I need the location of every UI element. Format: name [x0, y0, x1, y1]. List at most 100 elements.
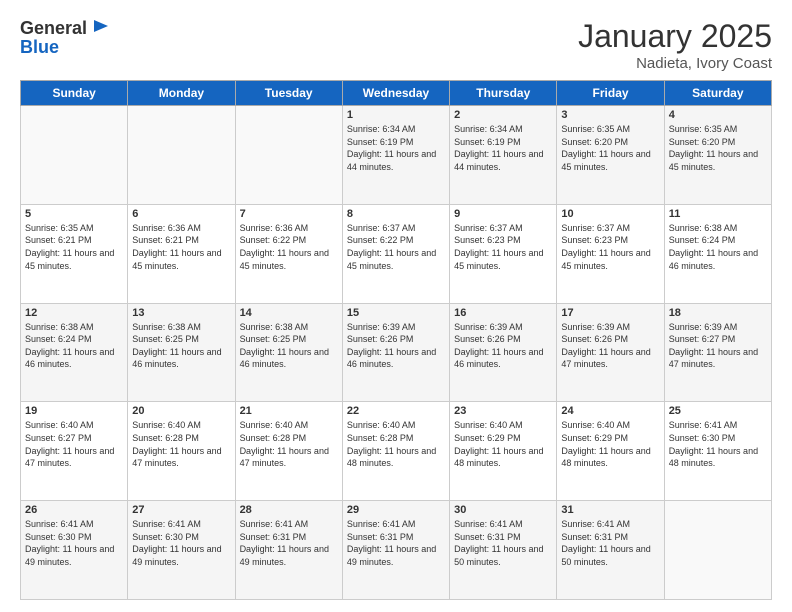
- page: General Blue January 2025 Nadieta, Ivory…: [0, 0, 792, 612]
- day-cell: 30 Sunrise: 6:41 AM Sunset: 6:31 PM Dayli…: [450, 501, 557, 600]
- day-cell: 16 Sunrise: 6:39 AM Sunset: 6:26 PM Dayli…: [450, 303, 557, 402]
- week-row-2: 5 Sunrise: 6:35 AM Sunset: 6:21 PM Daylig…: [21, 204, 772, 303]
- day-header-tuesday: Tuesday: [235, 81, 342, 106]
- day-info: Sunrise: 6:36 AM Sunset: 6:21 PM Dayligh…: [132, 222, 230, 272]
- day-cell: 13Sunrise: 6:38 AM Sunset: 6:25 PM Dayli…: [128, 303, 235, 402]
- week-row-3: 12 Sunrise: 6:38 AM Sunset: 6:24 PM Dayli…: [21, 303, 772, 402]
- day-info: Sunrise: 6:40 AM Sunset: 6:29 PM Dayligh…: [561, 419, 659, 469]
- day-number: 30: [454, 504, 552, 516]
- day-cell: 25Sunrise: 6:41 AM Sunset: 6:30 PM Dayli…: [664, 402, 771, 501]
- day-number: 3: [561, 109, 659, 121]
- logo-blue-text: Blue: [20, 37, 59, 57]
- day-info: Sunrise: 6:40 AM Sunset: 6:28 PM Dayligh…: [347, 419, 445, 469]
- day-header-wednesday: Wednesday: [342, 81, 449, 106]
- day-cell: [128, 106, 235, 205]
- day-info: Sunrise: 6:41 AM Sunset: 6:31 PM Dayligh…: [240, 518, 338, 568]
- day-cell: 31Sunrise: 6:41 AM Sunset: 6:31 PM Dayli…: [557, 501, 664, 600]
- day-info: Sunrise: 6:41 AM Sunset: 6:30 PM Dayligh…: [132, 518, 230, 568]
- day-cell: [664, 501, 771, 600]
- day-number: 14: [240, 307, 338, 319]
- day-number: 21: [240, 405, 338, 417]
- day-info: Sunrise: 6:35 AM Sunset: 6:21 PM Dayligh…: [25, 222, 123, 272]
- day-info: Sunrise: 6:41 AM Sunset: 6:30 PM Dayligh…: [25, 518, 123, 568]
- day-number: 2: [454, 109, 552, 121]
- day-number: 23: [454, 405, 552, 417]
- day-number: 19: [25, 405, 123, 417]
- day-cell: 15 Sunrise: 6:39 AM Sunset: 6:26 PM Dayli…: [342, 303, 449, 402]
- day-cell: 8 Sunrise: 6:37 AM Sunset: 6:22 PM Daylig…: [342, 204, 449, 303]
- day-number: 5: [25, 208, 123, 220]
- day-cell: 5 Sunrise: 6:35 AM Sunset: 6:21 PM Daylig…: [21, 204, 128, 303]
- day-cell: 4Sunrise: 6:35 AM Sunset: 6:20 PM Daylig…: [664, 106, 771, 205]
- day-info: Sunrise: 6:39 AM Sunset: 6:27 PM Dayligh…: [669, 321, 767, 371]
- day-info: Sunrise: 6:40 AM Sunset: 6:28 PM Dayligh…: [132, 419, 230, 469]
- day-cell: 18 Sunrise: 6:39 AM Sunset: 6:27 PM Dayli…: [664, 303, 771, 402]
- day-info: Sunrise: 6:37 AM Sunset: 6:23 PM Dayligh…: [561, 222, 659, 272]
- day-number: 16: [454, 307, 552, 319]
- day-cell: 22 Sunrise: 6:40 AM Sunset: 6:28 PM Dayli…: [342, 402, 449, 501]
- day-header-saturday: Saturday: [664, 81, 771, 106]
- day-number: 25: [669, 405, 767, 417]
- day-cell: 7Sunrise: 6:36 AM Sunset: 6:22 PM Daylig…: [235, 204, 342, 303]
- day-info: Sunrise: 6:37 AM Sunset: 6:23 PM Dayligh…: [454, 222, 552, 272]
- day-header-sunday: Sunday: [21, 81, 128, 106]
- day-header-thursday: Thursday: [450, 81, 557, 106]
- day-info: Sunrise: 6:39 AM Sunset: 6:26 PM Dayligh…: [454, 321, 552, 371]
- day-number: 8: [347, 208, 445, 220]
- day-number: 11: [669, 208, 767, 220]
- day-number: 22: [347, 405, 445, 417]
- day-cell: 14 Sunrise: 6:38 AM Sunset: 6:25 PM Dayli…: [235, 303, 342, 402]
- day-cell: 9 Sunrise: 6:37 AM Sunset: 6:23 PM Daylig…: [450, 204, 557, 303]
- day-number: 29: [347, 504, 445, 516]
- day-header-monday: Monday: [128, 81, 235, 106]
- day-cell: 17Sunrise: 6:39 AM Sunset: 6:26 PM Dayli…: [557, 303, 664, 402]
- calendar: SundayMondayTuesdayWednesdayThursdayFrid…: [20, 80, 772, 600]
- day-cell: 6Sunrise: 6:36 AM Sunset: 6:21 PM Daylig…: [128, 204, 235, 303]
- week-row-5: 26 Sunrise: 6:41 AM Sunset: 6:30 PM Dayli…: [21, 501, 772, 600]
- day-number: 28: [240, 504, 338, 516]
- day-number: 12: [25, 307, 123, 319]
- day-number: 9: [454, 208, 552, 220]
- day-cell: 20 Sunrise: 6:40 AM Sunset: 6:28 PM Dayli…: [128, 402, 235, 501]
- day-number: 24: [561, 405, 659, 417]
- day-cell: 1 Sunrise: 6:34 AM Sunset: 6:19 PM Daylig…: [342, 106, 449, 205]
- day-info: Sunrise: 6:40 AM Sunset: 6:27 PM Dayligh…: [25, 419, 123, 469]
- day-info: Sunrise: 6:40 AM Sunset: 6:28 PM Dayligh…: [240, 419, 338, 469]
- title-block: January 2025 Nadieta, Ivory Coast: [578, 18, 772, 72]
- calendar-body: 1 Sunrise: 6:34 AM Sunset: 6:19 PM Daylig…: [21, 106, 772, 600]
- calendar-header: SundayMondayTuesdayWednesdayThursdayFrid…: [21, 81, 772, 106]
- day-info: Sunrise: 6:34 AM Sunset: 6:19 PM Dayligh…: [347, 123, 445, 173]
- day-cell: 2Sunrise: 6:34 AM Sunset: 6:19 PM Daylig…: [450, 106, 557, 205]
- day-headers-row: SundayMondayTuesdayWednesdayThursdayFrid…: [21, 81, 772, 106]
- day-cell: 3 Sunrise: 6:35 AM Sunset: 6:20 PM Daylig…: [557, 106, 664, 205]
- day-cell: 27Sunrise: 6:41 AM Sunset: 6:30 PM Dayli…: [128, 501, 235, 600]
- logo: General Blue: [20, 18, 110, 58]
- day-number: 7: [240, 208, 338, 220]
- day-cell: 28 Sunrise: 6:41 AM Sunset: 6:31 PM Dayli…: [235, 501, 342, 600]
- day-info: Sunrise: 6:35 AM Sunset: 6:20 PM Dayligh…: [561, 123, 659, 173]
- day-info: Sunrise: 6:40 AM Sunset: 6:29 PM Dayligh…: [454, 419, 552, 469]
- day-info: Sunrise: 6:38 AM Sunset: 6:24 PM Dayligh…: [25, 321, 123, 371]
- day-number: 13: [132, 307, 230, 319]
- day-info: Sunrise: 6:38 AM Sunset: 6:25 PM Dayligh…: [240, 321, 338, 371]
- logo-general-text: General: [20, 19, 87, 37]
- day-info: Sunrise: 6:41 AM Sunset: 6:31 PM Dayligh…: [454, 518, 552, 568]
- day-cell: [235, 106, 342, 205]
- day-number: 1: [347, 109, 445, 121]
- week-row-1: 1 Sunrise: 6:34 AM Sunset: 6:19 PM Daylig…: [21, 106, 772, 205]
- day-info: Sunrise: 6:38 AM Sunset: 6:24 PM Dayligh…: [669, 222, 767, 272]
- day-number: 26: [25, 504, 123, 516]
- day-number: 17: [561, 307, 659, 319]
- day-info: Sunrise: 6:39 AM Sunset: 6:26 PM Dayligh…: [347, 321, 445, 371]
- day-info: Sunrise: 6:37 AM Sunset: 6:22 PM Dayligh…: [347, 222, 445, 272]
- day-number: 18: [669, 307, 767, 319]
- location: Nadieta, Ivory Coast: [578, 55, 772, 72]
- day-cell: 26 Sunrise: 6:41 AM Sunset: 6:30 PM Dayli…: [21, 501, 128, 600]
- week-row-4: 19 Sunrise: 6:40 AM Sunset: 6:27 PM Dayli…: [21, 402, 772, 501]
- day-number: 15: [347, 307, 445, 319]
- day-cell: 23 Sunrise: 6:40 AM Sunset: 6:29 PM Dayli…: [450, 402, 557, 501]
- header: General Blue January 2025 Nadieta, Ivory…: [20, 18, 772, 72]
- day-cell: [21, 106, 128, 205]
- day-number: 20: [132, 405, 230, 417]
- day-info: Sunrise: 6:41 AM Sunset: 6:31 PM Dayligh…: [347, 518, 445, 568]
